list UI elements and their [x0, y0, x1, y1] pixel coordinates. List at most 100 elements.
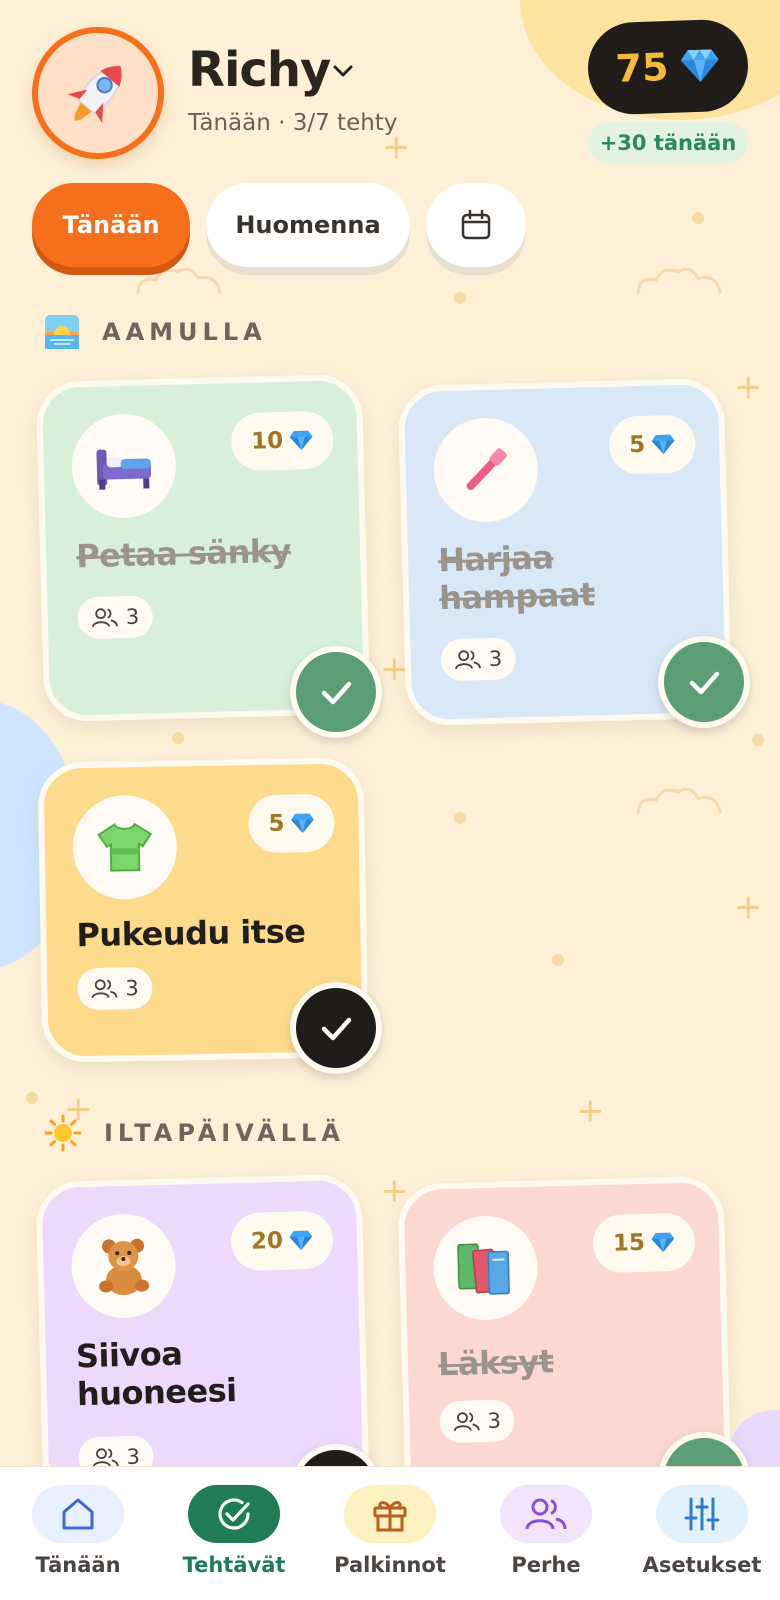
nav-item-settings[interactable]: Asetukset [632, 1485, 772, 1577]
nav-item-rewards[interactable]: Palkinnot [320, 1485, 460, 1577]
reward-badge: 10 [230, 410, 334, 472]
gift-icon [373, 1501, 407, 1532]
nav-label: Tänään [35, 1553, 121, 1577]
task-icon-circle [70, 412, 178, 520]
participants-count: 3 [125, 604, 140, 630]
task-title: Petaa sänky [75, 531, 292, 576]
tshirt-icon [97, 822, 153, 872]
cloud-icon [634, 784, 724, 814]
home-icon [62, 1498, 94, 1530]
app-screen: + + + + + + + + + + Richy [0, 0, 780, 1600]
people-icon [453, 1412, 480, 1432]
task-icon-circle [71, 794, 178, 901]
calendar-icon [461, 209, 491, 240]
nav-pill [344, 1485, 436, 1543]
section-title-morning: AAMULLA [44, 314, 267, 350]
sparkle-icon: + [576, 1091, 605, 1131]
reward-badge: 5 [608, 414, 696, 475]
people-icon [455, 650, 481, 670]
participants-badge: 3 [76, 966, 154, 1011]
nav-label: Tehtävät [182, 1553, 286, 1577]
gem-balance[interactable]: 75 [586, 18, 750, 116]
participants-count: 3 [488, 646, 503, 672]
task-title: Läksyt [437, 1342, 554, 1384]
gem-icon [651, 1232, 675, 1252]
nav-pill [32, 1485, 124, 1543]
people-icon [91, 979, 118, 999]
participants-badge: 3 [77, 595, 154, 640]
section-title-afternoon: ILTAPÄIVÄLLÄ [44, 1114, 345, 1152]
participants-badge: 3 [440, 637, 517, 682]
checkmark-icon [321, 681, 352, 705]
section-label: AAMULLA [102, 318, 267, 346]
reward-amount: 5 [628, 431, 646, 459]
gem-icon [289, 1230, 313, 1250]
gem-icon [289, 430, 313, 450]
task-title: Harjaa hampaat [437, 538, 596, 618]
chevron-down-icon[interactable] [330, 58, 356, 84]
complete-task-button[interactable] [290, 982, 382, 1074]
task-title: Pukeudu itse [76, 912, 306, 955]
nav-item-family[interactable]: Perhe [476, 1485, 616, 1577]
complete-task-button[interactable] [290, 646, 382, 738]
reward-amount: 15 [612, 1229, 646, 1257]
complete-task-button[interactable] [658, 636, 750, 728]
background-dot [172, 732, 184, 744]
reward-amount: 5 [268, 810, 285, 837]
bottom-navigation: Tänään Tehtävät Palkinnot Perhe Asetukse… [0, 1466, 780, 1600]
toothbrush-icon [466, 448, 507, 491]
background-dot [26, 1092, 38, 1104]
participants-count: 3 [125, 976, 139, 1001]
cloud-icon [134, 264, 224, 294]
nav-pill [656, 1485, 748, 1543]
reward-badge: 5 [247, 793, 336, 854]
nav-label: Asetukset [642, 1553, 762, 1577]
tab-tomorrow[interactable]: Huomenna [206, 183, 410, 267]
checkmark-icon [321, 1017, 352, 1041]
nav-pill [500, 1485, 592, 1543]
gem-icon [681, 49, 720, 82]
nav-item-tasks[interactable]: Tehtävät [164, 1485, 304, 1577]
check-circle-icon [218, 1498, 250, 1530]
progress-subtitle: Tänään · 3/7 tehty [188, 110, 398, 136]
participants-badge: 3 [439, 1399, 516, 1444]
rocket-icon [67, 65, 122, 124]
gem-total: 75 [614, 44, 670, 91]
teddy-bear-icon [99, 1238, 150, 1296]
task-icon-circle [432, 416, 540, 524]
nav-label: Palkinnot [334, 1553, 446, 1577]
task-icon-circle [432, 1214, 539, 1322]
reward-amount: 10 [250, 427, 284, 455]
gem-icon [651, 434, 675, 454]
background-dot [752, 734, 764, 746]
background-dot [454, 812, 466, 824]
nav-pill [188, 1485, 280, 1543]
bed-icon [96, 449, 152, 490]
user-name[interactable]: Richy [188, 42, 331, 98]
sliders-icon [684, 1497, 720, 1531]
reward-badge: 20 [230, 1210, 334, 1272]
cloud-icon [634, 264, 724, 294]
section-label: ILTAPÄIVÄLLÄ [104, 1119, 345, 1147]
sun-icon [44, 1114, 82, 1152]
gems-today-badge: +30 tänään [588, 122, 748, 164]
reward-amount: 20 [250, 1227, 284, 1255]
gem-icon [291, 813, 314, 833]
nav-label: Perhe [511, 1553, 581, 1577]
background-dot [692, 212, 704, 224]
sunrise-icon [45, 315, 79, 349]
sparkle-icon: + [734, 887, 763, 927]
task-title: Siivoa huoneesi [75, 1334, 238, 1414]
task-icon-circle [70, 1212, 177, 1320]
avatar[interactable] [32, 27, 164, 159]
sparkle-icon: + [734, 367, 763, 407]
reward-badge: 15 [592, 1212, 696, 1274]
checkmark-icon [689, 671, 720, 695]
background-dot [454, 292, 466, 304]
books-icon [457, 1243, 510, 1295]
tab-calendar[interactable] [426, 183, 526, 267]
background-dot [552, 954, 564, 966]
people-icon [92, 608, 118, 628]
tab-today[interactable]: Tänään [32, 183, 190, 267]
nav-item-today[interactable]: Tänään [8, 1485, 148, 1577]
